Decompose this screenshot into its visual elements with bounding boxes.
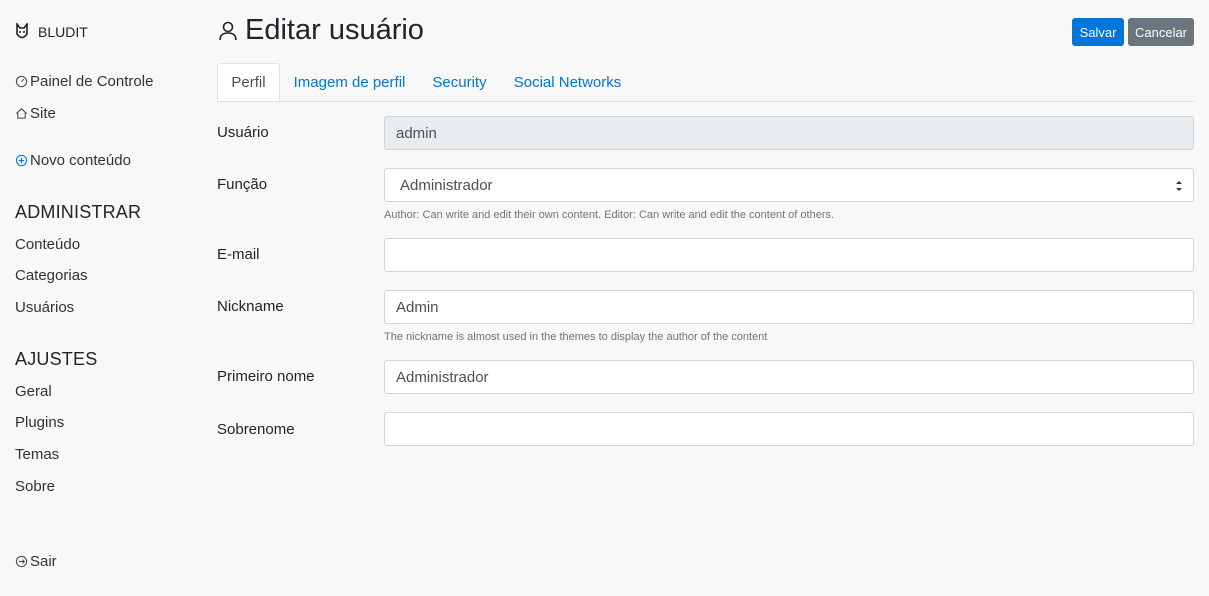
sidebar-item-content[interactable]: Conteúdo bbox=[15, 236, 80, 253]
first-name-field[interactable]: Administrador bbox=[384, 360, 1194, 394]
logout-icon bbox=[15, 555, 28, 568]
select-caret-icon bbox=[1176, 181, 1182, 191]
sidebar-item-dashboard[interactable]: Painel de Controle bbox=[15, 73, 153, 90]
role-label: Função bbox=[217, 176, 268, 193]
sidebar-item-label: Novo conteúdo bbox=[30, 152, 131, 169]
sidebar-item-site[interactable]: Site bbox=[15, 105, 56, 122]
dashboard-icon bbox=[15, 75, 28, 88]
nickname-label: Nickname bbox=[217, 298, 284, 315]
home-icon bbox=[16, 108, 27, 119]
user-icon bbox=[219, 21, 237, 40]
sidebar-item-themes[interactable]: Temas bbox=[15, 446, 59, 463]
nickname-value: Admin bbox=[396, 298, 439, 316]
last-name-field[interactable] bbox=[384, 412, 1194, 446]
tab-social-networks[interactable]: Social Networks bbox=[500, 63, 635, 101]
username-value: admin bbox=[396, 124, 437, 142]
sidebar: BLUDIT Painel de Controle Site Novo cont… bbox=[0, 0, 200, 596]
brand-name: BLUDIT bbox=[38, 24, 88, 40]
role-select[interactable]: Administrador bbox=[384, 168, 1194, 202]
sidebar-item-label: Sair bbox=[30, 553, 57, 570]
tab-bar: Perfil Imagem de perfil Security Social … bbox=[217, 63, 1194, 102]
plus-circle-icon bbox=[15, 154, 28, 167]
sidebar-item-general[interactable]: Geral bbox=[15, 383, 52, 400]
email-label: E-mail bbox=[217, 246, 260, 263]
sidebar-item-label: Painel de Controle bbox=[30, 73, 154, 90]
tab-security[interactable]: Security bbox=[419, 63, 500, 101]
last-name-label: Sobrenome bbox=[217, 421, 295, 438]
username-field[interactable]: admin bbox=[384, 116, 1194, 150]
section-heading-admin: ADMINISTRAR bbox=[15, 202, 142, 222]
sidebar-item-categories[interactable]: Categorias bbox=[15, 267, 88, 284]
email-field[interactable] bbox=[384, 238, 1194, 272]
first-name-label: Primeiro nome bbox=[217, 368, 315, 385]
sidebar-item-about[interactable]: Sobre bbox=[15, 478, 55, 495]
nickname-help-text: The nickname is almost used in the theme… bbox=[384, 331, 768, 343]
brand[interactable]: BLUDIT bbox=[15, 23, 88, 41]
first-name-value: Administrador bbox=[396, 368, 489, 386]
main-content: Editar usuário Salvar Cancelar Perfil Im… bbox=[217, 0, 1194, 596]
section-heading-settings: AJUSTES bbox=[15, 349, 98, 369]
bludit-logo-icon bbox=[16, 23, 28, 39]
sidebar-item-plugins[interactable]: Plugins bbox=[15, 414, 64, 431]
role-value: Administrador bbox=[400, 176, 493, 194]
tab-profile[interactable]: Perfil bbox=[217, 63, 280, 101]
sidebar-item-logout[interactable]: Sair bbox=[15, 553, 57, 570]
role-help-text: Author: Can write and edit their own con… bbox=[384, 209, 835, 221]
save-button[interactable]: Salvar bbox=[1072, 18, 1124, 46]
sidebar-item-new-content[interactable]: Novo conteúdo bbox=[15, 152, 131, 169]
sidebar-item-label: Site bbox=[30, 105, 56, 122]
page-title-text: Editar usuário bbox=[245, 14, 424, 46]
sidebar-item-users[interactable]: Usuários bbox=[15, 299, 74, 316]
cancel-button[interactable]: Cancelar bbox=[1128, 18, 1194, 46]
nickname-field[interactable]: Admin bbox=[384, 290, 1194, 324]
tab-profile-picture[interactable]: Imagem de perfil bbox=[280, 63, 419, 101]
username-label: Usuário bbox=[217, 124, 269, 141]
page-title: Editar usuário bbox=[217, 14, 424, 47]
